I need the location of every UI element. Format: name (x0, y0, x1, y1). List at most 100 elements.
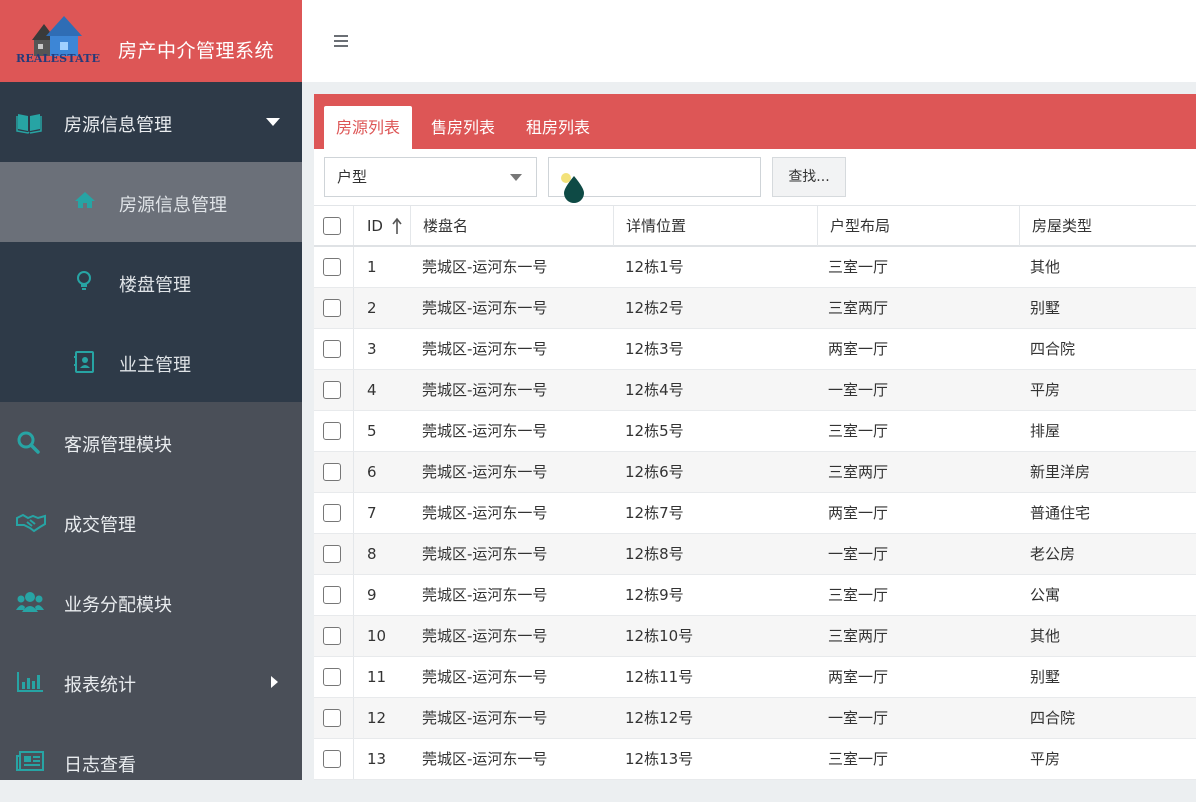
users-icon (16, 590, 44, 614)
sidebar-subitem-buildings[interactable]: 楼盘管理 (0, 242, 302, 322)
cell-type: 其他 (1030, 258, 1061, 276)
cell-building: 莞城区-运河东一号 (422, 504, 548, 522)
table-row[interactable]: 3 莞城区-运河东一号 12栋3号 两室一厅 四合院 (314, 329, 1196, 370)
row-checkbox[interactable] (323, 709, 341, 727)
row-checkbox[interactable] (323, 258, 341, 276)
sidebar-item-label: 房源信息管理 (119, 195, 227, 216)
sidebar: REALESTATE 房产中介管理系统 房源信息管理 房源信息管理 楼盘管理 业… (0, 0, 302, 780)
cell-building: 莞城区-运河东一号 (422, 750, 548, 768)
table-row[interactable]: 5 莞城区-运河东一号 12栋5号 三室一厅 排屋 (314, 411, 1196, 452)
row-checkbox[interactable] (323, 545, 341, 563)
cell-layout: 两室一厅 (828, 340, 889, 358)
search-icon (16, 430, 42, 454)
cell-layout: 三室两厅 (828, 299, 889, 317)
row-checkbox[interactable] (323, 627, 341, 645)
table-body: 1 莞城区-运河东一号 12栋1号 三室一厅 其他 2 莞城区-运河东一号 12栋2号 三室两厅… (314, 247, 1196, 780)
cell-layout: 三室两厅 (828, 627, 889, 645)
cell-location: 12栋1号 (625, 258, 684, 276)
tab-sale-list[interactable]: 售房列表 (419, 106, 507, 149)
table-row[interactable]: 4 莞城区-运河东一号 12栋4号 一室一厅 平房 (314, 370, 1196, 411)
cell-id: 11 (367, 668, 387, 686)
column-header-type[interactable]: 房屋类型 (1019, 206, 1196, 246)
sidebar-item-label: 报表统计 (64, 675, 136, 696)
column-header-building[interactable]: 楼盘名 (410, 206, 613, 246)
cell-id: 2 (367, 299, 377, 317)
home-icon (74, 190, 100, 214)
row-checkbox[interactable] (323, 463, 341, 481)
sidebar-item-logs[interactable]: 日志查看 (0, 722, 302, 802)
row-checkbox[interactable] (323, 381, 341, 399)
select-all-checkbox[interactable] (323, 217, 341, 235)
table-row[interactable]: 9 莞城区-运河东一号 12栋9号 三室一厅 公寓 (314, 575, 1196, 616)
cell-layout: 一室一厅 (828, 709, 889, 727)
cell-building: 莞城区-运河东一号 (422, 709, 548, 727)
row-checkbox[interactable] (323, 586, 341, 604)
row-checkbox[interactable] (323, 668, 341, 686)
cell-location: 12栋12号 (625, 709, 694, 727)
table-row[interactable]: 12 莞城区-运河东一号 12栋12号 一室一厅 四合院 (314, 698, 1196, 739)
column-divider (353, 698, 354, 738)
table-row[interactable]: 6 莞城区-运河东一号 12栋6号 三室两厅 新里洋房 (314, 452, 1196, 493)
cell-building: 莞城区-运河东一号 (422, 299, 548, 317)
cell-building: 莞城区-运河东一号 (422, 463, 548, 481)
house-table: ID 楼盘名 详情位置 户型布局 房屋类型 1 莞城区-运河东一号 12栋1号 三室一… (314, 205, 1196, 780)
search-button[interactable]: 查找... (772, 157, 846, 197)
table-row[interactable]: 8 莞城区-运河东一号 12栋8号 一室一厅 老公房 (314, 534, 1196, 575)
sidebar-item-reports[interactable]: 报表统计 (0, 642, 302, 722)
table-row[interactable]: 13 莞城区-运河东一号 12栋13号 三室一厅 平房 (314, 739, 1196, 780)
cursor-drop-icon (560, 172, 586, 204)
layout-filter-select[interactable]: 户型 (324, 157, 537, 197)
caret-down-icon (266, 118, 280, 126)
cell-type: 别墅 (1030, 668, 1061, 686)
cell-building: 莞城区-运河东一号 (422, 586, 548, 604)
cell-location: 12栋8号 (625, 545, 684, 563)
cell-id: 10 (367, 627, 387, 645)
cell-id: 8 (367, 545, 377, 563)
table-row[interactable]: 10 莞城区-运河东一号 12栋10号 三室两厅 其他 (314, 616, 1196, 657)
sidebar-item-house-info[interactable]: 房源信息管理 (0, 82, 302, 162)
cell-building: 莞城区-运河东一号 (422, 381, 548, 399)
sidebar-subitem-owners[interactable]: 业主管理 (0, 322, 302, 402)
column-header-id[interactable]: ID (367, 206, 383, 246)
column-divider (353, 411, 354, 451)
column-divider (353, 534, 354, 574)
table-row[interactable]: 2 莞城区-运河东一号 12栋2号 三室两厅 别墅 (314, 288, 1196, 329)
sidebar-item-label: 楼盘管理 (119, 275, 191, 296)
tab-rent-list[interactable]: 租房列表 (514, 106, 602, 149)
table-row[interactable]: 1 莞城区-运河东一号 12栋1号 三室一厅 其他 (314, 247, 1196, 288)
cell-layout: 三室一厅 (828, 586, 889, 604)
sidebar-item-customers[interactable]: 客源管理模块 (0, 402, 302, 482)
sidebar-item-label: 日志查看 (64, 755, 136, 776)
cell-building: 莞城区-运河东一号 (422, 422, 548, 440)
cell-layout: 一室一厅 (828, 545, 889, 563)
cell-type: 公寓 (1030, 586, 1061, 604)
cell-type: 其他 (1030, 627, 1061, 645)
sort-ascending-icon[interactable] (392, 217, 402, 235)
table-row[interactable]: 11 莞城区-运河东一号 12栋11号 两室一厅 别墅 (314, 657, 1196, 698)
tab-house-list[interactable]: 房源列表 (324, 106, 413, 149)
row-checkbox[interactable] (323, 340, 341, 358)
row-checkbox[interactable] (323, 504, 341, 522)
top-header (302, 0, 1196, 82)
cell-layout: 两室一厅 (828, 504, 889, 522)
column-divider (353, 288, 354, 328)
table-row[interactable]: 7 莞城区-运河东一号 12栋7号 两室一厅 普通住宅 (314, 493, 1196, 534)
cell-type: 新里洋房 (1030, 463, 1091, 481)
column-divider (353, 247, 354, 287)
cell-layout: 三室两厅 (828, 463, 889, 481)
column-header-layout[interactable]: 户型布局 (817, 206, 1019, 246)
sidebar-item-assignment[interactable]: 业务分配模块 (0, 562, 302, 642)
handshake-icon (16, 510, 46, 534)
row-checkbox[interactable] (323, 299, 341, 317)
cell-building: 莞城区-运河东一号 (422, 258, 548, 276)
cell-layout: 三室一厅 (828, 258, 889, 276)
row-checkbox[interactable] (323, 422, 341, 440)
cell-location: 12栋5号 (625, 422, 684, 440)
row-checkbox[interactable] (323, 750, 341, 768)
column-header-location[interactable]: 详情位置 (613, 206, 817, 246)
sidebar-subitem-house-info[interactable]: 房源信息管理 (0, 162, 302, 242)
column-divider (353, 657, 354, 697)
sidebar-item-deals[interactable]: 成交管理 (0, 482, 302, 562)
column-divider (353, 206, 354, 245)
menu-toggle-icon[interactable] (334, 35, 348, 47)
